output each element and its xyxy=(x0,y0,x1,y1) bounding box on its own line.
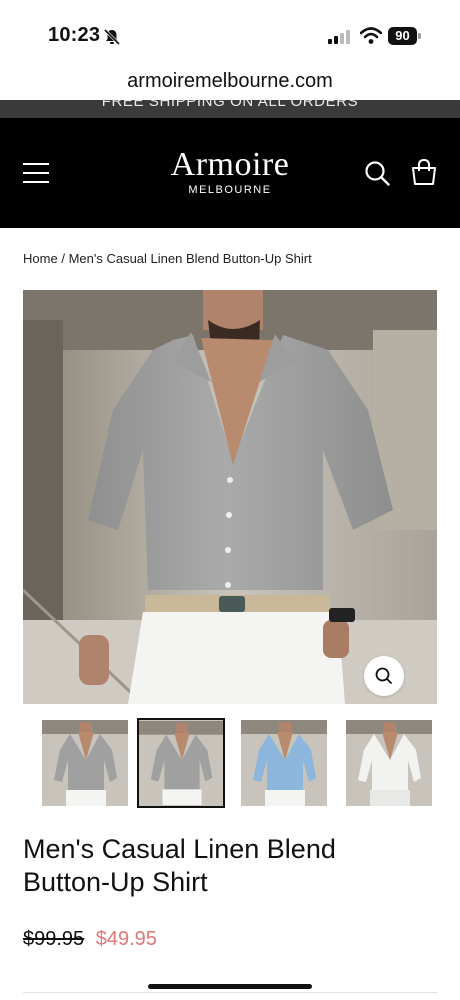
divider xyxy=(23,992,437,993)
zoom-icon xyxy=(375,667,392,684)
logo-main-text: Armoire xyxy=(170,146,290,183)
breadcrumb: Home / Men's Casual Linen Blend Button-U… xyxy=(23,251,312,266)
thumbnail-1[interactable] xyxy=(42,720,128,806)
cart-icon[interactable] xyxy=(410,158,438,186)
site-logo[interactable]: Armoire MELBOURNE xyxy=(130,146,330,196)
thumbnail-image xyxy=(42,720,128,806)
signal-icon xyxy=(328,30,350,44)
zoom-button[interactable] xyxy=(364,656,404,696)
url-bar[interactable]: armoiremelbourne.com xyxy=(0,66,460,100)
thumbnail-image xyxy=(346,720,432,806)
thumbnail-image xyxy=(241,720,327,806)
product-title: Men's Casual Linen Blend Button-Up Shirt xyxy=(23,834,336,897)
price-row: $99.95 $49.95 xyxy=(23,928,157,951)
thumbnail-2[interactable] xyxy=(137,718,225,808)
bell-slash-icon xyxy=(103,28,121,46)
breadcrumb-separator: / xyxy=(61,251,65,266)
product-photo xyxy=(23,290,437,704)
battery-indicator: 90 xyxy=(388,27,421,45)
breadcrumb-current: Men's Casual Linen Blend Button-Up Shirt xyxy=(68,251,312,266)
wifi-icon xyxy=(360,27,382,44)
logo-sub-text: MELBOURNE xyxy=(188,184,272,196)
thumbnail-strip xyxy=(0,716,460,808)
menu-icon[interactable] xyxy=(22,161,50,185)
product-main-image[interactable] xyxy=(23,290,437,704)
announcement-bar: FREE SHIPPING ON ALL ORDERS xyxy=(0,100,460,118)
thumbnail-image xyxy=(139,721,223,805)
thumbnail-3[interactable] xyxy=(241,720,327,806)
status-time: 10:23 xyxy=(48,24,101,46)
battery-level: 90 xyxy=(388,27,417,45)
search-icon[interactable] xyxy=(364,160,390,186)
breadcrumb-home-link[interactable]: Home xyxy=(23,251,58,266)
compare-price: $99.95 xyxy=(23,928,85,950)
status-bar: 10:23 90 xyxy=(0,0,460,66)
sale-price: $49.95 xyxy=(95,928,157,950)
battery-tip xyxy=(418,33,421,39)
thumbnail-4[interactable] xyxy=(346,720,432,806)
announcement-text: FREE SHIPPING ON ALL ORDERS xyxy=(101,100,359,110)
site-header: Armoire MELBOURNE xyxy=(0,118,460,228)
home-indicator[interactable] xyxy=(148,984,312,989)
